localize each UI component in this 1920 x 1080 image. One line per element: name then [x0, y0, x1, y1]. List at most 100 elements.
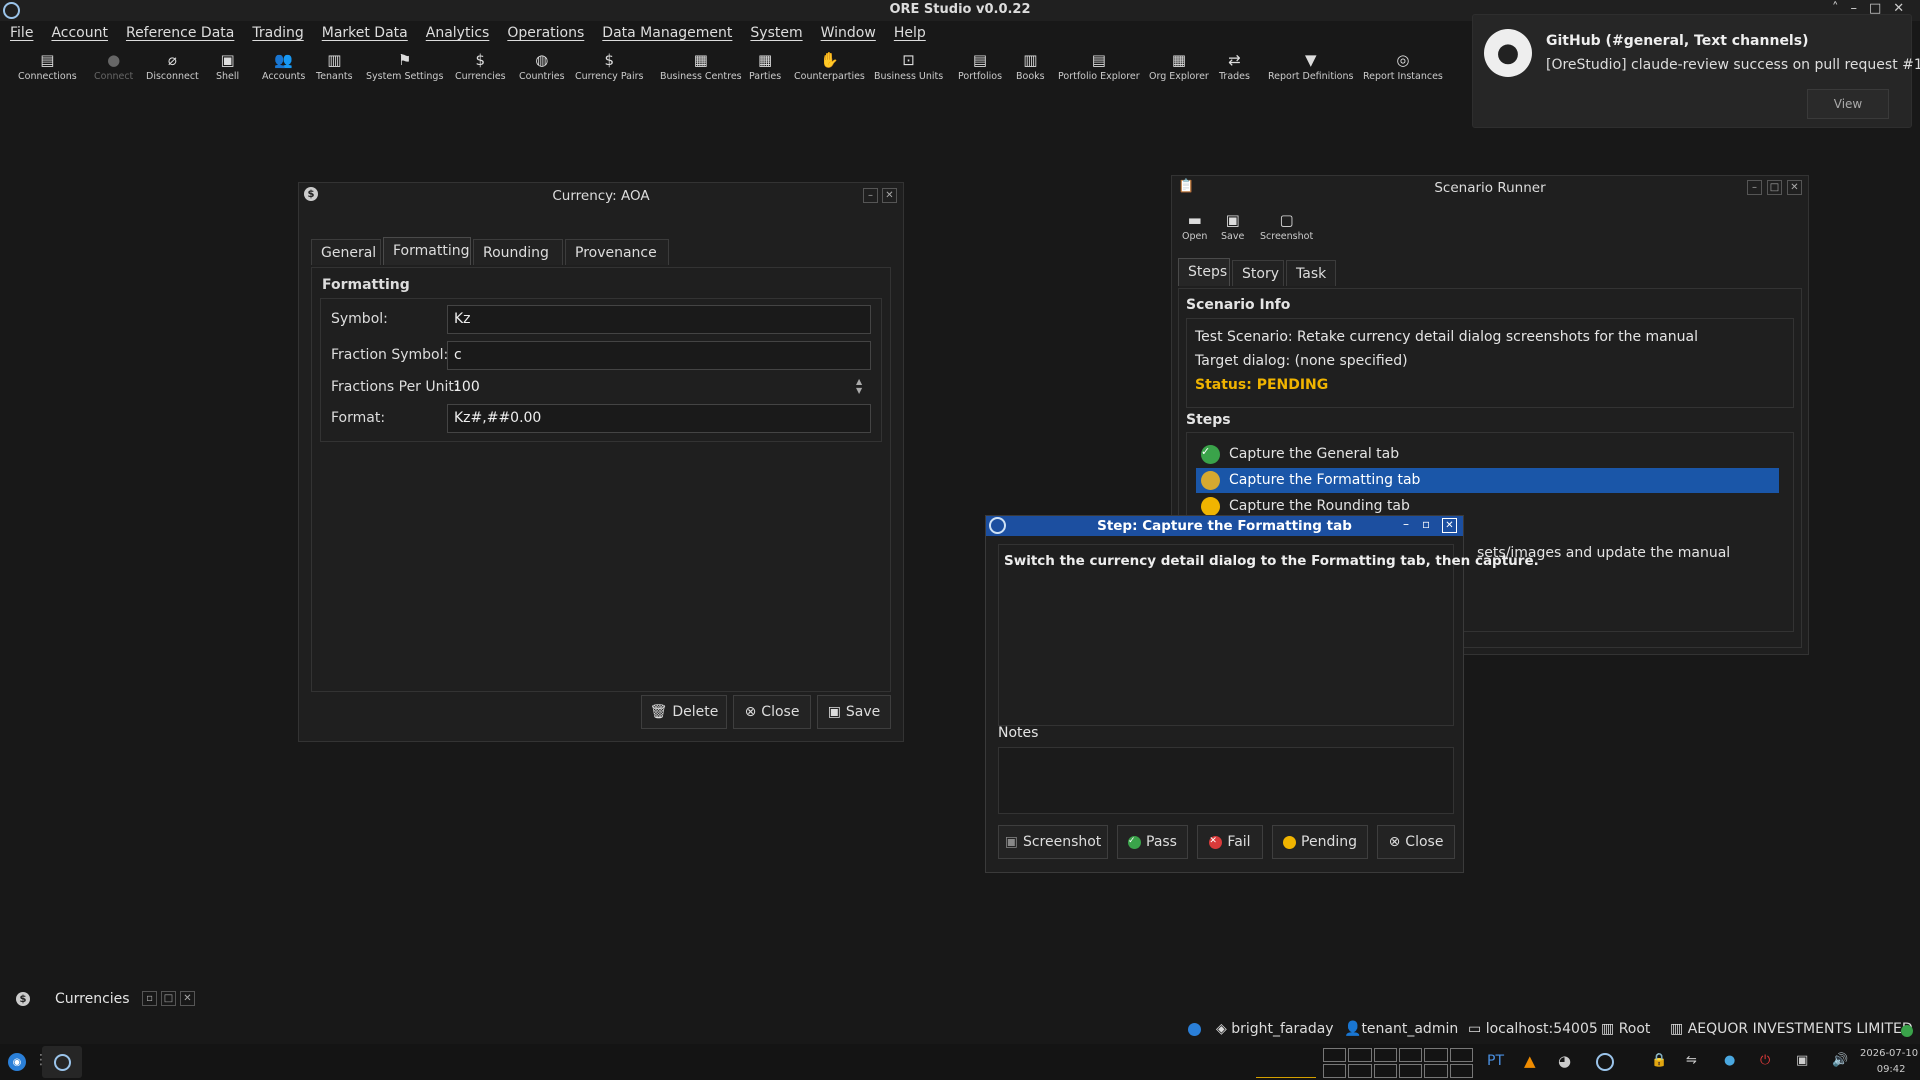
close-circle-icon: ⊗ — [744, 704, 757, 720]
volume-icon[interactable]: 🔊 — [1832, 1053, 1848, 1068]
clock[interactable]: 2026-07-10 09:42 — [1860, 1046, 1918, 1078]
delete-button[interactable]: 🗑 Delete — [641, 695, 727, 729]
menu-trading[interactable]: Trading — [243, 23, 312, 47]
menu-data-management[interactable]: Data Management — [593, 23, 741, 47]
tab-general[interactable]: General — [311, 239, 381, 265]
keyboard-layout[interactable]: PT — [1487, 1053, 1504, 1069]
discord-icon[interactable]: ◕ — [1558, 1052, 1571, 1070]
tab-task[interactable]: Task — [1286, 260, 1336, 286]
toolbar-report-definitions[interactable]: ▼ Report Definitions — [1268, 50, 1353, 82]
lock-icon[interactable]: 🔒 — [1651, 1053, 1667, 1068]
toolbar-trades[interactable]: ⇄ Trades — [1219, 50, 1250, 82]
notes-label: Notes — [998, 725, 1039, 741]
tab-steps[interactable]: Steps — [1178, 258, 1230, 286]
close-icon[interactable]: ✕ — [882, 188, 897, 203]
toolbar-connect[interactable]: ● Connect — [94, 50, 133, 82]
maximize-icon[interactable]: □ — [1767, 180, 1782, 195]
org-explorer-icon: ▦ — [1171, 51, 1186, 69]
toolbar-accounts[interactable]: 👥 Accounts — [262, 50, 305, 82]
menu-account[interactable]: Account — [42, 23, 117, 47]
symbol-field[interactable]: Kz — [447, 305, 871, 334]
toolbar-tenants[interactable]: ▥ Tenants — [316, 50, 353, 82]
maximize-icon[interactable]: ▫ — [1422, 517, 1430, 531]
notification-popup[interactable]: ● GitHub (#general, Text channels) [OreS… — [1472, 14, 1920, 128]
flag-icon: ⚑ — [397, 51, 412, 69]
step-screenshot-button[interactable]: ▣ Screenshot — [998, 825, 1108, 859]
close-icon[interactable]: ✕ — [180, 991, 195, 1006]
menu-operations[interactable]: Operations — [498, 23, 593, 47]
status-user: ◈ bright_faraday — [1216, 1021, 1334, 1037]
toolbar-currencies[interactable]: $ Currencies — [455, 50, 506, 82]
menu-analytics[interactable]: Analytics — [417, 23, 499, 47]
network-icon[interactable]: ⇋ — [1686, 1053, 1697, 1068]
minimize-icon[interactable]: – — [1403, 517, 1409, 531]
globe-icon: ◍ — [535, 51, 549, 69]
runner-open-button[interactable]: ▬ Open — [1182, 210, 1207, 242]
step-row[interactable]: ✓ Capture the General tab — [1196, 442, 1779, 467]
toolbar-shell[interactable]: ▣ Shell — [216, 50, 239, 82]
toolbar-system-settings[interactable]: ⚑ System Settings — [366, 50, 443, 82]
fraction-symbol-field[interactable]: c — [447, 341, 871, 370]
menu-market-data[interactable]: Market Data — [313, 23, 417, 47]
minimized-currencies-window[interactable]: $ Currencies ▫ □ ✕ — [8, 987, 203, 1013]
format-field[interactable]: Kz#,##0.00 — [447, 404, 871, 433]
menu-window[interactable]: Window — [812, 23, 885, 47]
toolbar-org-explorer[interactable]: ▦ Org Explorer — [1149, 50, 1209, 82]
tab-provenance[interactable]: Provenance — [565, 239, 669, 265]
menu-reference-data[interactable]: Reference Data — [117, 23, 243, 47]
toolbar-disconnect[interactable]: ⌀ Disconnect — [146, 50, 199, 82]
check-circle-icon: ✓ — [1128, 835, 1141, 849]
maximize-icon[interactable]: □ — [161, 991, 176, 1006]
toolbar-report-instances[interactable]: ◎ Report Instances — [1363, 50, 1443, 82]
runner-screenshot-button[interactable]: ▢ Screenshot — [1260, 210, 1313, 242]
menu-help[interactable]: Help — [885, 23, 935, 47]
close-icon[interactable]: ✕ — [1442, 518, 1457, 533]
trades-icon: ⇄ — [1228, 51, 1241, 69]
toolbar-business-units[interactable]: ⊡ Business Units — [874, 50, 943, 82]
tab-story[interactable]: Story — [1232, 260, 1284, 286]
toolbar-countries[interactable]: ◍ Countries — [519, 50, 565, 82]
toolbar-connections[interactable]: ▤ Connections — [18, 50, 77, 82]
menu-file[interactable]: File — [1, 23, 42, 47]
step-pass-button[interactable]: ✓ Pass — [1117, 825, 1188, 859]
notification-view-button[interactable]: View — [1807, 89, 1889, 119]
minimize-icon[interactable]: – — [1747, 180, 1762, 195]
menu-system[interactable]: System — [741, 23, 811, 47]
start-menu-icon[interactable]: ◉ — [8, 1053, 26, 1071]
business-units-icon: ⊡ — [902, 51, 915, 69]
clock-time: 09:42 — [1876, 1064, 1906, 1075]
save-button[interactable]: ▣ Save — [817, 695, 891, 729]
notes-input[interactable] — [998, 747, 1454, 814]
spin-arrows-icon[interactable]: ▲ ▼ — [856, 377, 862, 395]
tab-formatting[interactable]: Formatting — [383, 237, 471, 265]
step-pending-button[interactable]: Pending — [1272, 825, 1368, 859]
vlc-icon[interactable]: ▲ — [1524, 1052, 1536, 1070]
close-icon[interactable]: ✕ — [1787, 180, 1802, 195]
report-definitions-icon: ▼ — [1304, 51, 1317, 69]
toolbar-counterparties[interactable]: ✋ Counterparties — [794, 50, 865, 82]
step-close-button[interactable]: ⊗ Close — [1377, 825, 1455, 859]
power-icon[interactable]: ⏻ — [1760, 1053, 1770, 1068]
toolbar-portfolio-explorer[interactable]: ▤ Portfolio Explorer — [1058, 50, 1140, 82]
ore-tray-icon[interactable] — [1596, 1053, 1614, 1071]
toolbar-books[interactable]: ▥ Books — [1016, 50, 1045, 82]
close-button[interactable]: ⊗ Close — [733, 695, 811, 729]
toolbar-business-centres[interactable]: ▦ Business Centres — [660, 50, 742, 82]
toolbar-parties[interactable]: ▦ Parties — [749, 50, 781, 82]
taskbar-ore-studio[interactable] — [42, 1046, 82, 1078]
step-row-selected[interactable]: Capture the Formatting tab — [1196, 468, 1779, 493]
step-fail-button[interactable]: ✕ Fail — [1197, 825, 1263, 859]
restore-icon[interactable]: ▫ — [142, 991, 157, 1006]
workspace-pager[interactable] — [1323, 1048, 1473, 1078]
runner-save-button[interactable]: ▣ Save — [1221, 210, 1244, 242]
toolbar-currency-pairs[interactable]: $ Currency Pairs — [575, 50, 643, 82]
toolbar-portfolios[interactable]: ▤ Portfolios — [958, 50, 1002, 82]
steam-icon[interactable]: ● — [1724, 1053, 1735, 1068]
clipboard-tray-icon[interactable]: ▣ — [1796, 1053, 1808, 1068]
tab-rounding[interactable]: Rounding — [473, 239, 563, 265]
minimize-icon[interactable]: – — [863, 188, 878, 203]
status-party: ▥ AEQUOR INVESTMENTS LIMITED — [1670, 1021, 1913, 1037]
fraction-symbol-label: Fraction Symbol: — [331, 347, 449, 363]
fractions-per-unit-spinbox[interactable]: 100 — [447, 373, 871, 402]
handshake-icon: ✋ — [820, 51, 839, 69]
